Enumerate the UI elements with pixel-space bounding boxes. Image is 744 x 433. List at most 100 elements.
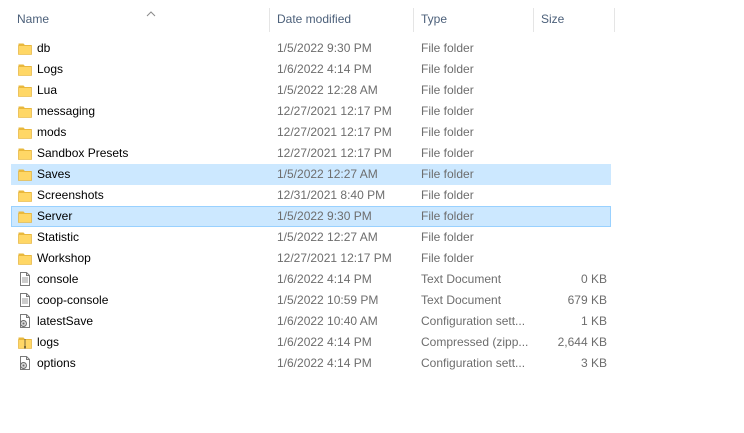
file-name: latestSave [37, 314, 94, 328]
file-size: 679 KB [567, 293, 607, 307]
folder-icon [17, 40, 33, 56]
file-size: 2,644 KB [557, 335, 607, 349]
file-date-modified: 1/6/2022 4:14 PM [277, 356, 372, 370]
file-row[interactable]: latestSave 1/6/2022 10:40 AM Configuration… [0, 311, 744, 332]
file-row[interactable]: Statistic 1/5/2022 12:27 AM File folder [0, 227, 744, 248]
file-name: Statistic [37, 230, 80, 244]
file-size: 0 KB [580, 272, 607, 286]
file-row[interactable]: Server 1/5/2022 9:30 PM File folder [0, 206, 744, 227]
column-header-type-label: Type [421, 12, 448, 26]
file-size [540, 248, 607, 269]
file-size [540, 143, 607, 164]
file-type: Compressed (zipp... [421, 335, 529, 349]
file-size [540, 185, 607, 206]
file-size [540, 164, 607, 185]
file-name: db [37, 41, 51, 55]
file-type: Text Document [421, 272, 502, 286]
file-date-modified: 1/6/2022 10:40 AM [277, 314, 378, 328]
file-date-modified: 12/27/2021 12:17 PM [277, 146, 392, 160]
file-type: File folder [421, 125, 474, 139]
file-type: File folder [421, 167, 474, 181]
folder-icon [17, 124, 33, 140]
folder-icon [17, 250, 33, 266]
chevron-up-icon [146, 11, 156, 17]
file-row[interactable]: Lua 1/5/2022 12:28 AM File folder [0, 80, 744, 101]
file-name: options [37, 356, 76, 370]
file-date-modified: 12/27/2021 12:17 PM [277, 125, 392, 139]
file-date-modified: 1/5/2022 12:27 AM [277, 167, 378, 181]
file-date-modified: 1/6/2022 4:14 PM [277, 272, 372, 286]
folder-icon [17, 61, 33, 77]
file-date-modified: 1/6/2022 4:14 PM [277, 335, 372, 349]
file-row[interactable]: logs 1/6/2022 4:14 PM Compressed (zipp... 2… [0, 332, 744, 353]
zip-folder-icon [17, 334, 33, 350]
column-header-bar: Name Date modified Type Size [0, 0, 744, 34]
file-list-view: Name Date modified Type Size db 1/5/2022 … [0, 0, 744, 433]
file-row[interactable]: console 1/6/2022 4:14 PM Text Document 0 KB [0, 269, 744, 290]
column-header-name-label: Name [17, 12, 50, 26]
file-name: Sandbox Presets [37, 146, 129, 160]
file-type: File folder [421, 251, 474, 265]
folder-icon [17, 145, 33, 161]
file-type: Configuration sett... [421, 356, 526, 370]
folder-icon [17, 82, 33, 98]
folder-icon [17, 187, 33, 203]
file-row[interactable]: db 1/5/2022 9:30 PM File folder [0, 38, 744, 59]
config-file-icon [17, 313, 33, 329]
column-header-size[interactable]: Size [535, 8, 615, 32]
file-size [540, 80, 607, 101]
file-row[interactable]: Workshop 12/27/2021 12:17 PM File folder [0, 248, 744, 269]
file-name: Workshop [37, 251, 91, 265]
file-row[interactable]: Logs 1/6/2022 4:14 PM File folder [0, 59, 744, 80]
file-type: File folder [421, 188, 474, 202]
file-name: Logs [37, 62, 64, 76]
file-size [540, 38, 607, 59]
file-row[interactable]: options 1/6/2022 4:14 PM Configuration set… [0, 353, 744, 374]
file-row[interactable]: coop-console 1/5/2022 10:59 PM Text Docume… [0, 290, 744, 311]
file-type: File folder [421, 104, 474, 118]
file-type: File folder [421, 62, 474, 76]
file-name: coop-console [37, 293, 109, 307]
file-row[interactable]: Sandbox Presets 12/27/2021 12:17 PM File f… [0, 143, 744, 164]
file-size: 3 KB [580, 356, 607, 370]
column-header-name[interactable]: Name [11, 8, 270, 32]
file-date-modified: 1/5/2022 10:59 PM [277, 293, 379, 307]
folder-icon [17, 208, 33, 224]
file-size [540, 59, 607, 80]
file-size [540, 122, 607, 143]
column-header-date[interactable]: Date modified [271, 8, 414, 32]
file-size [540, 101, 607, 122]
file-date-modified: 1/5/2022 12:28 AM [277, 83, 378, 97]
file-row[interactable]: messaging 12/27/2021 12:17 PM File folder [0, 101, 744, 122]
file-date-modified: 1/5/2022 12:27 AM [277, 230, 378, 244]
file-name: Saves [37, 167, 71, 181]
file-type: File folder [421, 41, 474, 55]
file-type: File folder [421, 209, 474, 223]
file-type: Configuration sett... [421, 314, 526, 328]
file-name: logs [37, 335, 60, 349]
file-type: Text Document [421, 293, 502, 307]
file-rows: db 1/5/2022 9:30 PM File folder Logs 1/6/202… [0, 38, 744, 374]
file-name: Server [37, 209, 73, 223]
file-date-modified: 12/27/2021 12:17 PM [277, 104, 392, 118]
file-size [540, 227, 607, 248]
file-name: messaging [37, 104, 96, 118]
file-date-modified: 12/31/2021 8:40 PM [277, 188, 386, 202]
file-date-modified: 12/27/2021 12:17 PM [277, 251, 392, 265]
column-header-date-label: Date modified [277, 12, 352, 26]
file-size: 1 KB [580, 314, 607, 328]
file-date-modified: 1/5/2022 9:30 PM [277, 209, 372, 223]
file-type: File folder [421, 230, 474, 244]
file-type: File folder [421, 83, 474, 97]
folder-icon [17, 103, 33, 119]
file-name: Lua [37, 83, 58, 97]
file-row[interactable]: Saves 1/5/2022 12:27 AM File folder [0, 164, 744, 185]
folder-icon [17, 166, 33, 182]
file-size [540, 206, 607, 227]
column-header-type[interactable]: Type [415, 8, 534, 32]
file-type: File folder [421, 146, 474, 160]
file-row[interactable]: mods 12/27/2021 12:17 PM File folder [0, 122, 744, 143]
file-row[interactable]: Screenshots 12/31/2021 8:40 PM File folder [0, 185, 744, 206]
config-file-icon [17, 355, 33, 371]
file-date-modified: 1/6/2022 4:14 PM [277, 62, 372, 76]
